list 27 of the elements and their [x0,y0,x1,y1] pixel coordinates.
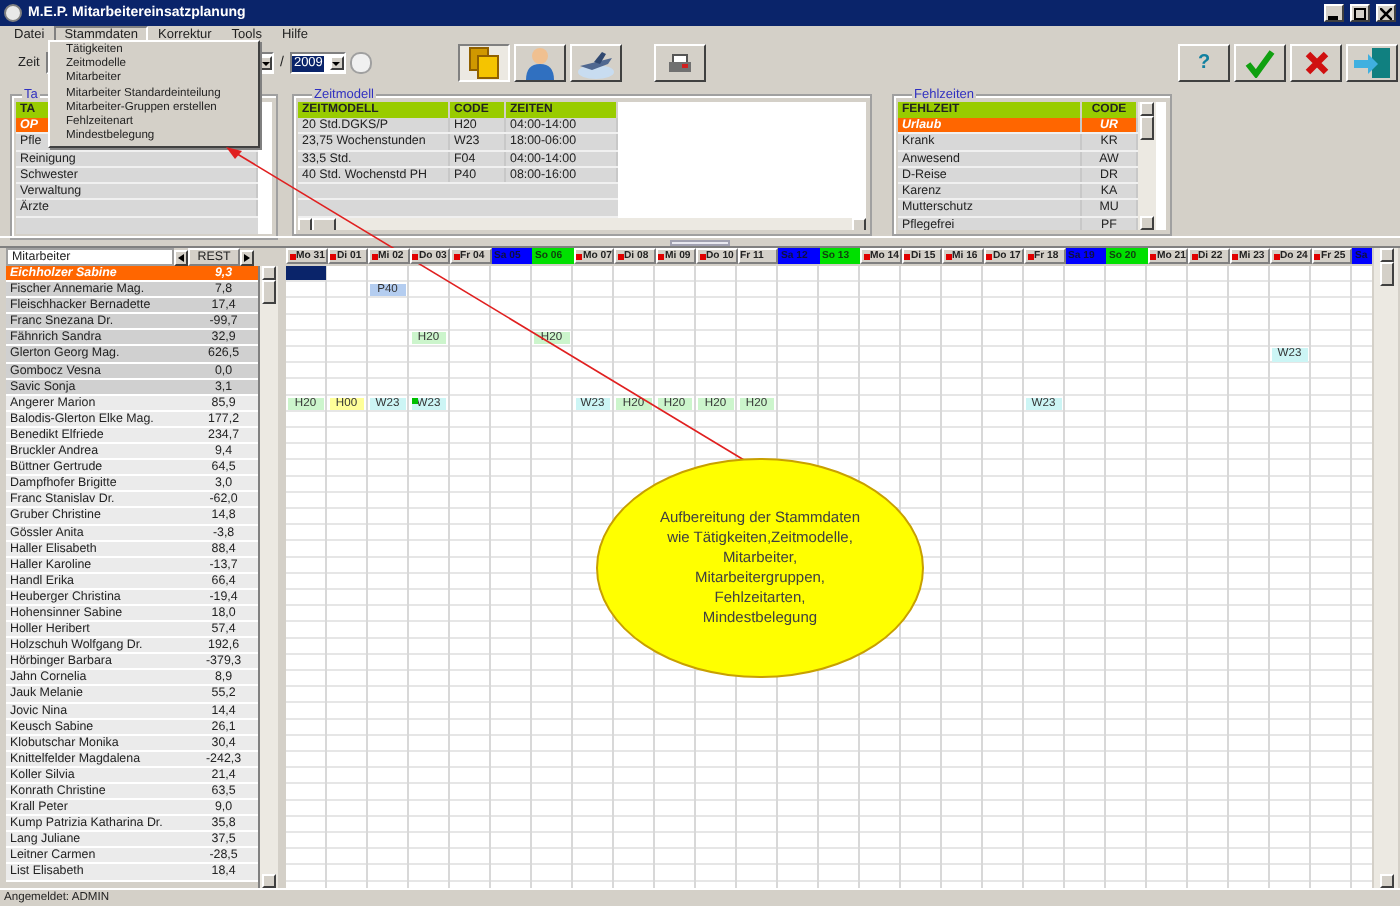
app-icon [4,4,22,22]
cancel-button[interactable] [1290,44,1342,82]
triangle-left-icon [178,253,184,261]
exit-door-icon [1352,46,1392,80]
printer-icon [667,53,692,73]
person-icon [523,46,556,80]
scrollbar[interactable] [1138,102,1156,230]
close-icon [1303,50,1329,76]
close-button[interactable] [1376,4,1396,22]
splitter-handle[interactable] [670,239,730,245]
triangle-right-icon [244,253,250,261]
scrollbar[interactable] [1374,248,1398,888]
scrollbar[interactable] [260,266,278,888]
scrollbar[interactable] [298,217,866,230]
scroll-left-button[interactable] [174,249,188,265]
maximize-icon [1354,7,1366,19]
minimize-button[interactable] [1324,4,1344,22]
toolbar-button[interactable] [457,44,510,82]
close-icon [1380,7,1392,19]
selected-cell[interactable] [286,266,325,281]
checkmark-icon [1244,48,1276,78]
maximize-button[interactable] [1350,4,1370,22]
folders-icon [465,46,502,80]
confirm-button[interactable] [1234,44,1286,82]
airplane-icon [575,47,616,79]
scroll-right-button[interactable] [240,249,254,265]
exit-button[interactable] [1346,44,1398,82]
